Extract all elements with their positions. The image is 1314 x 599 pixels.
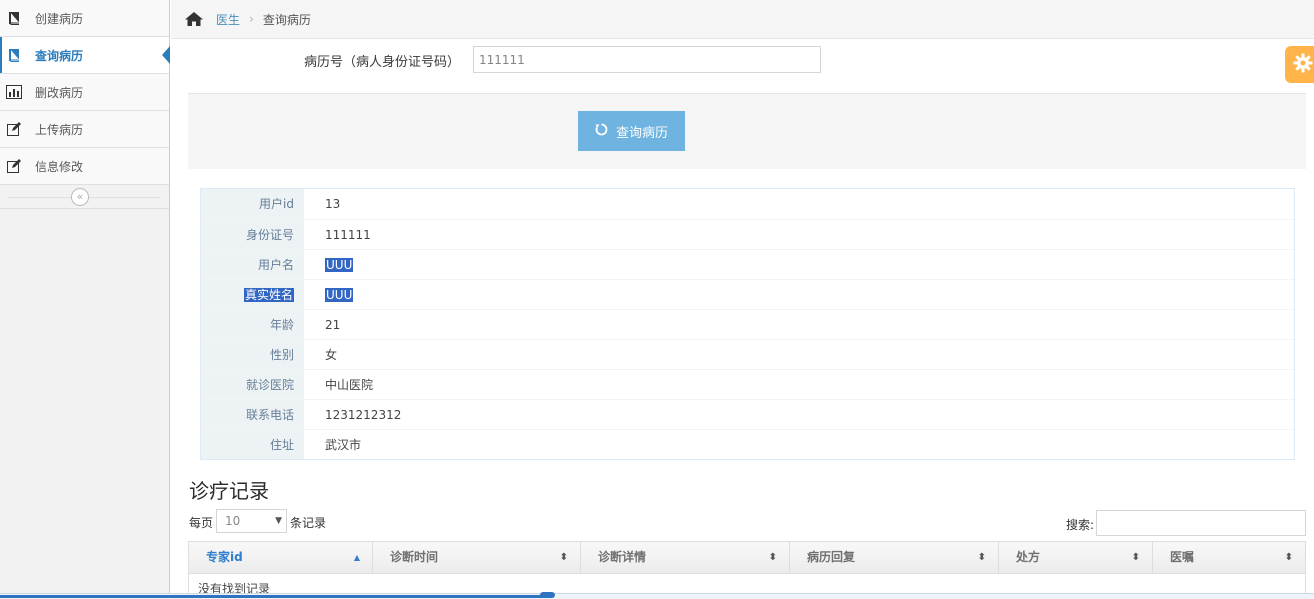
gear-icon: [1293, 53, 1313, 76]
record-number-input[interactable]: [473, 46, 821, 73]
sidebar-item-label: 删改病历: [35, 85, 84, 100]
column-header-record-reply[interactable]: 病历回复 ⬍: [790, 542, 999, 573]
query-button-label: 查询病历: [615, 125, 668, 141]
profile-row: 年龄 21: [201, 309, 1294, 339]
profile-name: 用户id: [201, 189, 304, 219]
edit-icon: [5, 121, 23, 137]
page-length-value: 10: [225, 514, 241, 528]
column-header-diagnosis-details[interactable]: 诊断详情 ⬍: [581, 542, 790, 573]
sidebar-item-edit-info[interactable]: 信息修改: [0, 148, 169, 185]
horizontal-scrollbar[interactable]: [0, 592, 1314, 599]
sidebar-collapse-row: «: [0, 185, 169, 209]
sidebar-item-upload-record[interactable]: 上传病历: [0, 111, 169, 148]
sidebar-item-query-record[interactable]: 查询病历: [0, 37, 170, 74]
selected-text: UUU: [325, 288, 354, 302]
sidebar-item-label: 信息修改: [35, 159, 84, 174]
column-header-label: 专家id: [206, 550, 243, 564]
column-header-advice[interactable]: 医嘱 ⬍: [1153, 542, 1305, 573]
profile-name: 年龄: [201, 310, 304, 339]
scrollbar-track-fill: [0, 595, 550, 598]
form-actions-panel: [188, 93, 1306, 169]
chevron-down-icon: ▼: [275, 516, 282, 526]
profile-value: 1231212312: [325, 408, 402, 422]
sort-icon: ⬍: [977, 552, 986, 563]
profile-value: UUU: [304, 250, 1294, 279]
profile-value: UUU: [304, 280, 1294, 309]
sidebar-item-label: 创建病历: [35, 11, 84, 26]
table-header: 专家id ▲ 诊断时间 ⬍ 诊断详情 ⬍ 病历回复 ⬍ 处方 ⬍ 医嘱 ⬍: [189, 542, 1305, 574]
breadcrumb-link-doctor[interactable]: 医生: [216, 11, 240, 28]
edit-icon: [5, 158, 23, 174]
sort-icon: ⬍: [1284, 552, 1293, 563]
profile-row: 用户id 13: [201, 189, 1294, 219]
sort-icon: ⬍: [768, 552, 777, 563]
profile-value: 111111: [325, 228, 371, 242]
column-header-diagnosis-time[interactable]: 诊断时间 ⬍: [373, 542, 581, 573]
book-icon: [5, 47, 23, 63]
sort-icon: ⬍: [559, 552, 568, 563]
page-length-select[interactable]: 10 ▼: [216, 509, 287, 533]
sidebar: 创建病历 查询病历 删改病历 上传病历 信息修改 «: [0, 0, 170, 599]
profile-row: 性别 女: [201, 339, 1294, 369]
profile-value: 女: [325, 348, 338, 362]
profile-value: 21: [325, 318, 341, 332]
sidebar-item-edit-record[interactable]: 删改病历: [0, 74, 169, 111]
profile-value: 13: [325, 197, 341, 211]
breadcrumb-current: 查询病历: [262, 12, 311, 27]
records-title: 诊疗记录: [189, 479, 269, 503]
profile-value: 中山医院: [325, 378, 374, 392]
profile-row: 真实姓名 UUU: [201, 279, 1294, 309]
bar-chart-icon: [5, 84, 23, 100]
patient-profile-table: 用户id 13 身份证号 111111 用户名 UUU 真实姓名 UUU 年龄 …: [200, 188, 1295, 460]
column-header-label: 诊断时间: [390, 550, 439, 564]
profile-row: 联系电话 1231212312: [201, 399, 1294, 429]
query-record-button[interactable]: 查询病历: [578, 111, 685, 151]
profile-row: 身份证号 111111: [201, 219, 1294, 249]
selected-text: UUU: [325, 258, 354, 272]
undo-icon: [595, 123, 608, 140]
sidebar-item-label: 上传病历: [35, 122, 84, 137]
sidebar-collapse-button[interactable]: «: [71, 188, 89, 206]
table-search-label: 搜索:: [1066, 518, 1095, 532]
profile-value: 武汉市: [325, 438, 362, 452]
sort-asc-icon: ▲: [353, 553, 360, 562]
settings-button[interactable]: [1285, 46, 1314, 83]
scrollbar-thumb[interactable]: [540, 592, 555, 598]
column-header-expert-id[interactable]: 专家id ▲: [189, 542, 373, 573]
column-header-label: 诊断详情: [598, 550, 647, 564]
home-icon[interactable]: [185, 12, 203, 26]
profile-name: 就诊医院: [201, 370, 304, 399]
table-search-input[interactable]: [1096, 510, 1306, 536]
profile-name: 联系电话: [201, 400, 304, 429]
profile-name: 真实姓名: [201, 280, 304, 309]
records-table: 专家id ▲ 诊断时间 ⬍ 诊断详情 ⬍ 病历回复 ⬍ 处方 ⬍ 医嘱 ⬍ 没有…: [188, 541, 1306, 599]
column-header-prescription[interactable]: 处方 ⬍: [999, 542, 1153, 573]
profile-name: 性别: [201, 340, 304, 369]
book-icon: [5, 10, 23, 26]
profile-name: 住址: [201, 430, 304, 459]
column-header-label: 医嘱: [1170, 550, 1195, 564]
sidebar-item-label: 查询病历: [35, 48, 84, 63]
profile-name: 身份证号: [201, 220, 304, 249]
profile-row: 用户名 UUU: [201, 249, 1294, 279]
column-header-label: 处方: [1016, 550, 1041, 564]
profile-row: 住址 武汉市: [201, 429, 1294, 459]
breadcrumb-separator: ›: [249, 12, 254, 26]
breadcrumb: 医生 › 查询病历: [171, 0, 1314, 39]
sort-icon: ⬍: [1131, 552, 1140, 563]
record-number-label: 病历号（病人身份证号码）: [304, 55, 461, 70]
column-header-label: 病历回复: [807, 550, 856, 564]
page-length-prefix: 每页: [189, 516, 214, 530]
profile-row: 就诊医院 中山医院: [201, 369, 1294, 399]
profile-name: 用户名: [201, 250, 304, 279]
sidebar-item-create-record[interactable]: 创建病历: [0, 0, 169, 37]
selected-text: 真实姓名: [243, 288, 294, 302]
page-length-suffix: 条记录: [290, 516, 327, 530]
